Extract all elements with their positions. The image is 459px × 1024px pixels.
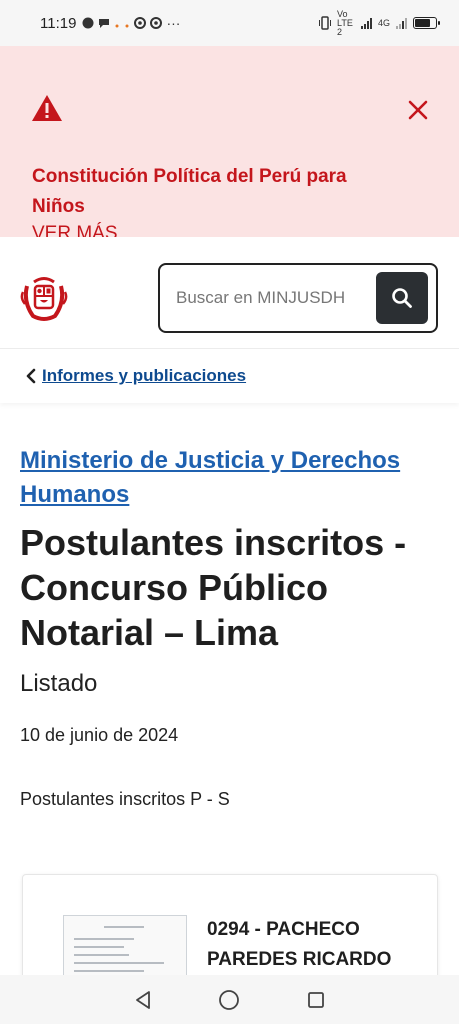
notification-icons: ··· [82, 15, 180, 31]
thumbnail-line [104, 926, 144, 928]
breadcrumb: Informes y publicaciones [0, 349, 459, 403]
document-title[interactable]: 0294 - PACHECO PAREDES RICARDO [207, 915, 407, 975]
nav-recent-button[interactable] [301, 985, 331, 1015]
network-4g: 4G [377, 18, 390, 28]
nav-back-button[interactable] [128, 985, 158, 1015]
search-input[interactable]: Buscar en MINJUSDH [176, 288, 376, 308]
breadcrumb-link[interactable]: Informes y publicaciones [42, 366, 246, 386]
signal-icon [360, 17, 372, 29]
thumbnail-line [74, 970, 144, 972]
thumbnail-line [74, 938, 134, 940]
back-triangle-icon [136, 990, 151, 1009]
alert-banner: Constitución Política del Perú para Niño… [0, 46, 459, 244]
chat-icon [99, 19, 110, 28]
dot-icon [125, 24, 129, 28]
status-bar: 11:19 ··· Vo LTE 2 4G [0, 0, 459, 46]
messenger-icon [82, 17, 94, 29]
chrome-icon [134, 17, 147, 29]
search-button[interactable] [376, 272, 428, 324]
chevron-left-icon[interactable] [24, 367, 38, 385]
vibrate-icon [318, 16, 331, 30]
thumbnail-line [74, 954, 129, 956]
battery-icon [413, 17, 440, 29]
battery-fill [415, 19, 430, 27]
alert-title: Constitución Política del Perú para Niño… [32, 166, 347, 217]
status-time: 11:19 [40, 14, 77, 32]
home-circle-icon [219, 989, 240, 1010]
peru-coat-of-arms-logo[interactable] [19, 272, 69, 322]
close-icon[interactable] [406, 98, 430, 122]
search-box[interactable]: Buscar en MINJUSDH [158, 263, 438, 333]
thumbnail-line [74, 962, 164, 964]
organization-link[interactable]: Ministerio de Justicia y Derechos Humano… [20, 444, 440, 512]
publish-date: 10 de junio de 2024 [20, 725, 179, 745]
page-subtitle: Listado [20, 670, 98, 697]
site-header: Buscar en MINJUSDH [0, 237, 459, 349]
warning-triangle-icon [32, 95, 62, 121]
android-nav-bar [0, 975, 459, 1024]
recent-apps-square-icon [307, 991, 324, 1008]
chrome-icon [150, 17, 163, 29]
thumbnail-line [74, 946, 124, 948]
network-type: Vo LTE 2 [336, 8, 353, 37]
page-description: Postulantes inscritos P - S [20, 789, 230, 809]
status-right: Vo LTE 2 4G [318, 8, 440, 37]
search-icon [392, 288, 412, 308]
dot-icon [115, 24, 119, 28]
more-notifications-icon: ··· [166, 15, 181, 31]
page-title: Postulantes inscritos - Concurso Público… [20, 522, 407, 653]
nav-home-button[interactable] [214, 985, 244, 1015]
signal-icon-2 [396, 17, 407, 29]
